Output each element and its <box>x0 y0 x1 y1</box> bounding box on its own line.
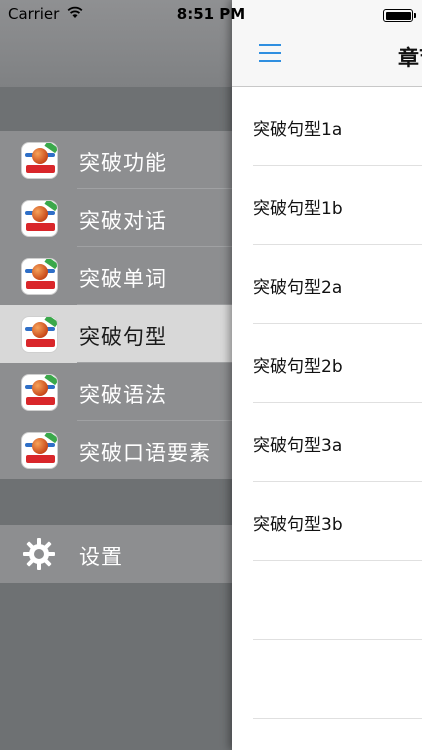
menu-item-dialogues[interactable]: 突破对话 <box>0 189 232 247</box>
list-item-label: 突破句型1a <box>253 120 343 140</box>
list-item-label: 突破句型3b <box>253 515 343 535</box>
menu-item-settings[interactable]: 设置 <box>0 525 232 583</box>
menu-item-label: 突破口语要素 <box>79 441 211 465</box>
list-item[interactable]: 突破句型1b <box>232 166 422 245</box>
drawer-menu: 突破功能 突破对话 突破单词 突破句型 突破语法 突破口语要素 <box>0 131 232 479</box>
menu-item-label: 突破单词 <box>79 267 167 291</box>
menu-item-label: 突破对话 <box>79 209 167 233</box>
menu-toggle-button[interactable] <box>259 44 281 62</box>
list-item-empty <box>232 561 422 640</box>
app-icon <box>21 200 58 237</box>
clock: 8:51 PM <box>176 5 246 23</box>
list-item[interactable]: 突破句型2a <box>232 245 422 324</box>
gear-icon <box>23 538 55 570</box>
status-bar: Carrier 8:51 PM <box>0 0 422 30</box>
list-item-label: 突破句型2a <box>253 278 343 298</box>
app-icon <box>21 432 58 469</box>
battery-tip <box>414 13 416 18</box>
menu-item-sentence-patterns[interactable]: 突破句型 <box>0 305 232 363</box>
settings-label: 设置 <box>79 545 123 569</box>
menu-item-words[interactable]: 突破单词 <box>0 247 232 305</box>
list-item[interactable]: 突破句型3a <box>232 403 422 482</box>
menu-item-label: 突破句型 <box>79 325 167 349</box>
app-icon <box>21 258 58 295</box>
side-drawer: 突破功能 突破对话 突破单词 突破句型 突破语法 突破口语要素 设置 <box>0 0 232 750</box>
app-icon <box>21 142 58 179</box>
app-icon <box>21 316 58 353</box>
list-item-label: 突破句型3a <box>253 436 343 456</box>
list-item[interactable]: 突破句型3b <box>232 482 422 561</box>
page-title: 章节 <box>398 46 422 70</box>
list-item-empty <box>232 640 422 719</box>
menu-item-grammar[interactable]: 突破语法 <box>0 363 232 421</box>
menu-item-speaking-elements[interactable]: 突破口语要素 <box>0 421 232 479</box>
menu-item-functions[interactable]: 突破功能 <box>0 131 232 189</box>
app-icon <box>21 374 58 411</box>
battery-icon <box>383 9 413 22</box>
main-panel: 章节 突破句型1a 突破句型1b 突破句型2a 突破句型2b 突破句型3a 突破… <box>232 0 422 750</box>
list-item[interactable]: 突破句型2b <box>232 324 422 403</box>
list-item-label: 突破句型1b <box>253 199 343 219</box>
list-item-label: 突破句型2b <box>253 357 343 377</box>
list-item[interactable]: 突破句型1a <box>232 87 422 166</box>
menu-item-label: 突破语法 <box>79 383 167 407</box>
menu-item-label: 突破功能 <box>79 151 167 175</box>
chapter-list: 突破句型1a 突破句型1b 突破句型2a 突破句型2b 突破句型3a 突破句型3… <box>232 87 422 719</box>
